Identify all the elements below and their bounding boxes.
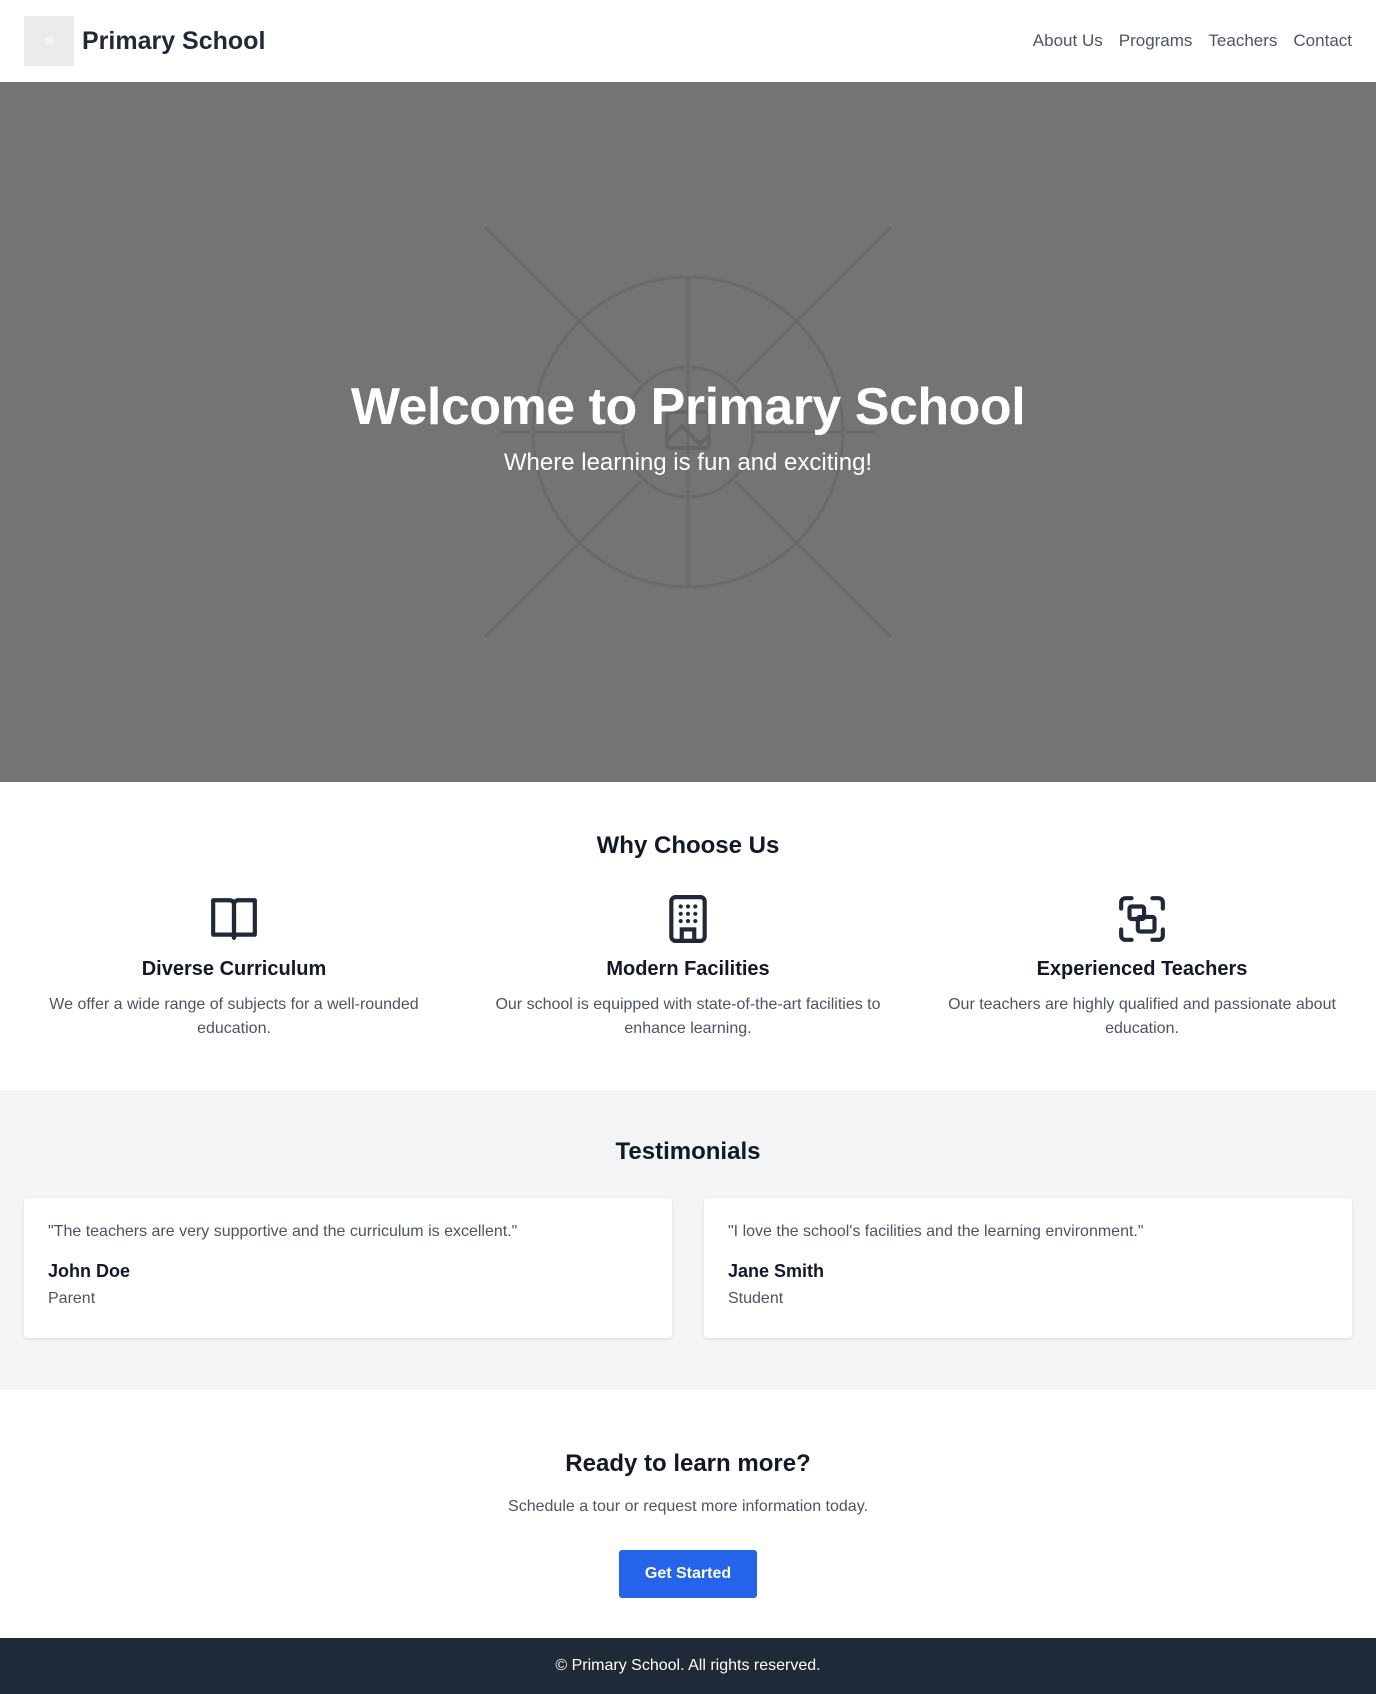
testimonials-title: Testimonials — [615, 1138, 761, 1165]
nav-teachers[interactable]: Teachers — [1208, 31, 1277, 51]
feature-description: We offer a wide range of subjects for a … — [49, 996, 419, 1037]
site-footer: © Primary School. All rights reserved. — [0, 1638, 1376, 1694]
main-nav: About Us Programs Teachers Contact — [1033, 31, 1352, 51]
feature-title: Experienced Teachers — [1036, 958, 1248, 980]
site-header: Primary School About Us Programs Teacher… — [0, 0, 1376, 82]
building-icon — [669, 895, 707, 943]
get-started-button[interactable]: Get Started — [619, 1550, 757, 1598]
book-open-icon — [211, 898, 257, 940]
nav-contact[interactable]: Contact — [1293, 31, 1352, 51]
testimonial-author: John Doe — [48, 1261, 131, 1281]
testimonial-quote: "I love the school's facilities and the … — [728, 1223, 1144, 1240]
feature-title: Modern Facilities — [606, 958, 770, 980]
testimonial-card: "I love the school's facilities and the … — [704, 1198, 1352, 1338]
testimonial-list: "The teachers are very supportive and th… — [0, 1198, 1376, 1338]
testimonial-quote: "The teachers are very supportive and th… — [48, 1223, 518, 1240]
features-list: Diverse Curriculum We offer a wide range… — [0, 894, 1376, 1041]
cta-title: Ready to learn more? — [565, 1450, 811, 1477]
brand-name[interactable]: Primary School — [82, 27, 265, 56]
feature-description: Our school is equipped with state-of-the… — [495, 996, 881, 1037]
testimonial-role: Student — [728, 1290, 784, 1307]
testimonial-card: "The teachers are very supportive and th… — [24, 1198, 672, 1338]
nav-programs[interactable]: Programs — [1119, 31, 1193, 51]
testimonial-role: Parent — [48, 1290, 96, 1307]
hero-subtitle: Where learning is fun and exciting! — [503, 449, 873, 476]
cta-text: Schedule a tour or request more informat… — [508, 1498, 868, 1515]
hero-section: Welcome to Primary School Where learning… — [0, 82, 1376, 782]
why-section-title: Why Choose Us — [596, 832, 780, 859]
focus-group-icon — [1119, 896, 1165, 942]
nav-about-us[interactable]: About Us — [1033, 31, 1103, 51]
cta-section: Ready to learn more? Schedule a tour or … — [0, 1390, 1376, 1638]
testimonial-author: Jane Smith — [728, 1261, 825, 1281]
brand[interactable]: Primary School — [24, 16, 265, 66]
feature-description: Our teachers are highly qualified and pa… — [948, 996, 1336, 1037]
school-logo[interactable] — [24, 16, 74, 66]
feature-title: Diverse Curriculum — [141, 958, 327, 980]
why-choose-us-section: Why Choose Us Diverse Curriculum We offe… — [0, 782, 1376, 1090]
feature-card: Modern Facilities Our school is equipped… — [478, 894, 898, 1041]
testimonials-section: Testimonials "The teachers are very supp… — [0, 1090, 1376, 1390]
feature-card: Diverse Curriculum We offer a wide range… — [24, 894, 444, 1041]
hero-title: Welcome to Primary School — [350, 378, 1026, 436]
feature-card: Experienced Teachers Our teachers are hi… — [932, 894, 1352, 1041]
footer-copyright: © Primary School. All rights reserved. — [555, 1657, 821, 1674]
